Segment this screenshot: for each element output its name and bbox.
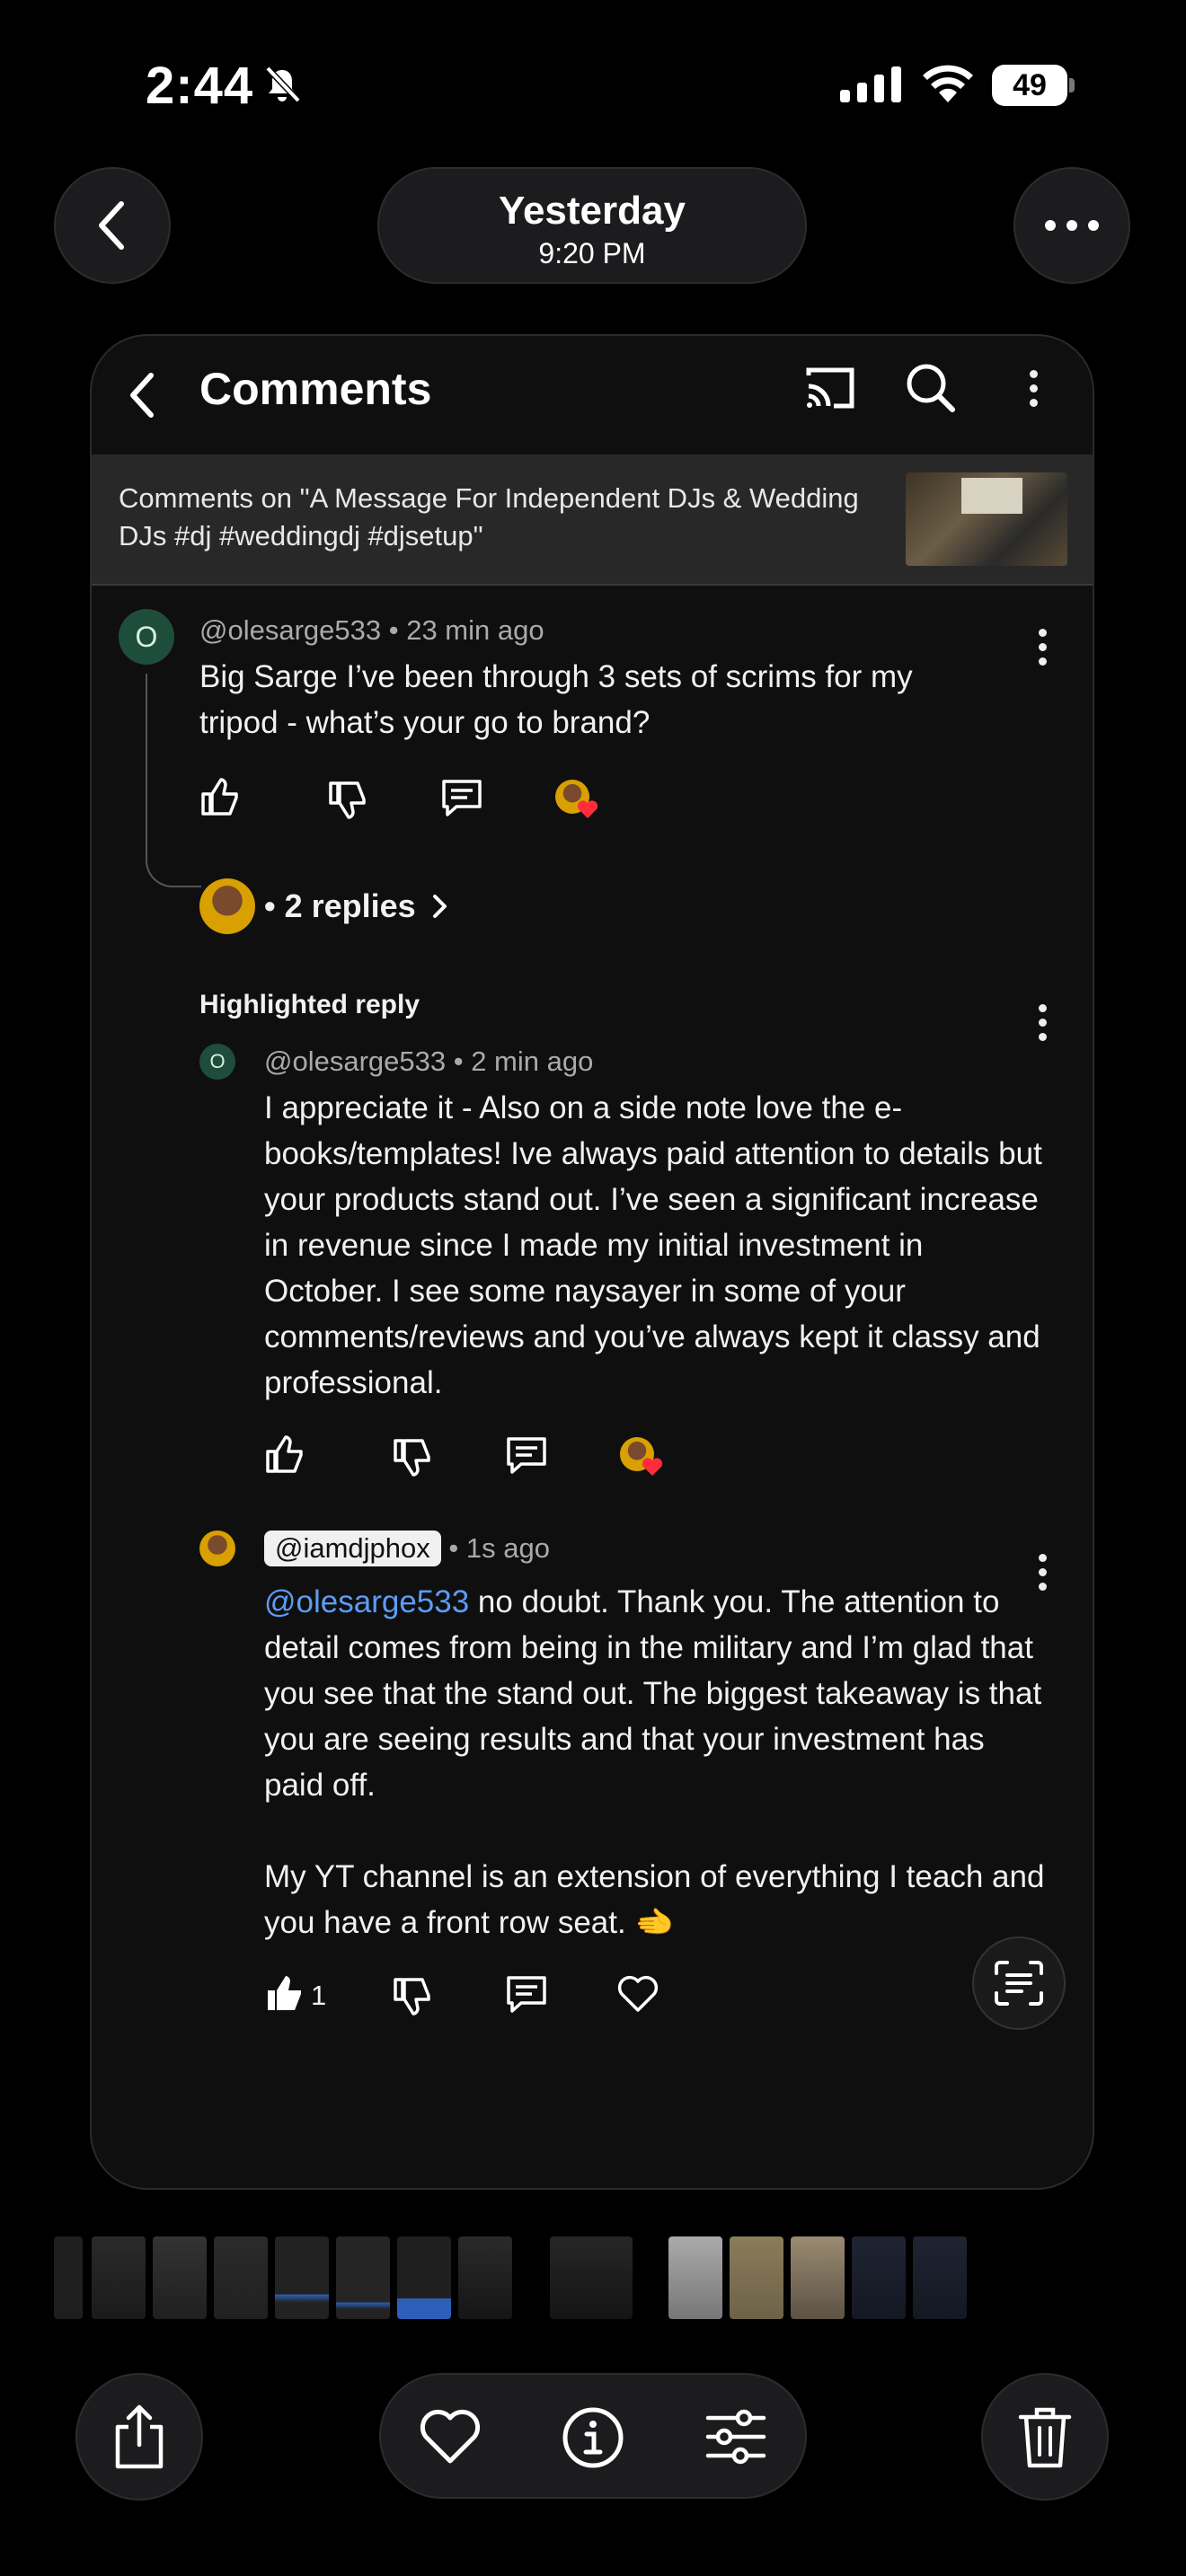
video-caption: Comments on "A Message For Independent D…: [119, 482, 859, 551]
thumb-up-filled-icon[interactable]: [264, 1972, 305, 2014]
reply-meta: @iamdjphox • 1s ago: [264, 1531, 550, 1566]
live-text-button[interactable]: [972, 1936, 1066, 2030]
wifi-icon: [923, 65, 973, 102]
share-button[interactable]: [75, 2373, 203, 2501]
status-time: 2:44: [146, 57, 254, 115]
page-title: Comments: [199, 364, 432, 414]
photo-actions-bar: [379, 2373, 807, 2499]
replies-label: • 2 replies: [264, 887, 416, 924]
comment-age: 23 min ago: [406, 614, 544, 646]
thumbnail[interactable]: [458, 2236, 512, 2319]
creator-author-tag[interactable]: @iamdjphox: [264, 1531, 441, 1566]
cast-icon[interactable]: [803, 363, 857, 413]
reply-age: 2 min ago: [471, 1045, 594, 1077]
comment-meta: @olesarge533 • 23 min ago: [199, 614, 544, 646]
video-thumbnail: [906, 472, 1067, 566]
avatar[interactable]: [199, 1531, 235, 1566]
reply-meta: @olesarge533 • 2 min ago: [264, 1045, 594, 1077]
thumbnail[interactable]: [913, 2236, 967, 2319]
chevron-left-icon[interactable]: [126, 370, 158, 420]
battery-level: 49: [992, 65, 1067, 106]
comment-more-icon[interactable]: [1039, 629, 1048, 672]
reply-icon[interactable]: [505, 1434, 548, 1477]
chevron-right-icon: [432, 895, 447, 918]
thumbnail[interactable]: [397, 2236, 451, 2319]
date-label: Yesterday: [499, 189, 686, 233]
thread-line: [146, 674, 201, 887]
thumb-down-icon[interactable]: [392, 1976, 433, 2017]
reply-age: 1s ago: [465, 1532, 550, 1564]
more-button[interactable]: [1013, 167, 1130, 284]
video-context-banner[interactable]: Comments on "A Message For Independent D…: [92, 454, 1093, 584]
photo-date-pill[interactable]: Yesterday 9:20 PM: [377, 167, 807, 284]
sliders-icon[interactable]: [704, 2407, 767, 2466]
thumb-up-icon[interactable]: [264, 1434, 305, 1475]
thumbnail[interactable]: [730, 2236, 783, 2319]
thumbnail[interactable]: [550, 2236, 633, 2319]
mention-link[interactable]: @olesarge533: [264, 1584, 469, 1619]
info-icon[interactable]: [561, 2405, 625, 2470]
comment-text: Big Sarge I’ve been through 3 sets of sc…: [199, 659, 913, 740]
avatar[interactable]: O: [119, 609, 174, 665]
thumbnail[interactable]: [668, 2236, 722, 2319]
like-count: 1: [311, 1980, 327, 2011]
thumb-down-icon[interactable]: [392, 1437, 433, 1478]
reply-more-icon[interactable]: [1039, 1004, 1048, 1047]
thumbnail[interactable]: [852, 2236, 906, 2319]
photo-thumbnail-strip[interactable]: [54, 2236, 1132, 2323]
thumbnail[interactable]: [336, 2236, 390, 2319]
trash-icon: [1018, 2407, 1072, 2468]
reply-text: I appreciate it - Also on a side note lo…: [264, 1090, 1042, 1400]
heart-icon[interactable]: [616, 1974, 659, 2014]
thumbnail[interactable]: [92, 2236, 146, 2319]
more-icon: [1045, 220, 1099, 231]
thumb-up-icon[interactable]: [199, 776, 241, 817]
share-icon: [115, 2404, 164, 2469]
more-vert-icon[interactable]: [1030, 370, 1039, 413]
thumbnail[interactable]: [214, 2236, 268, 2319]
highlighted-reply-label: Highlighted reply: [199, 990, 420, 1019]
chevron-left-icon: [99, 201, 124, 250]
battery-icon: 49: [992, 65, 1075, 106]
reply-icon[interactable]: [505, 1972, 548, 2016]
thumbnail[interactable]: [791, 2236, 845, 2319]
search-icon[interactable]: [904, 361, 958, 415]
time-label: 9:20 PM: [538, 237, 646, 269]
thumb-down-icon[interactable]: [327, 780, 368, 821]
comment-author[interactable]: @olesarge533: [199, 614, 381, 646]
avatar[interactable]: O: [199, 1044, 235, 1080]
back-button[interactable]: [54, 167, 171, 284]
heart-badge-icon: [642, 1458, 663, 1476]
reply-text-part2: My YT channel is an extension of everyth…: [264, 1859, 1045, 1940]
thumbnail[interactable]: [153, 2236, 207, 2319]
reply-author[interactable]: @olesarge533: [264, 1045, 446, 1077]
thumbnail[interactable]: [275, 2236, 329, 2319]
reply-text: @olesarge533 no doubt. Thank you. The at…: [264, 1579, 1046, 1808]
thumbnail[interactable]: [54, 2236, 83, 2319]
avatar: [199, 878, 255, 934]
heart-icon[interactable]: [419, 2409, 482, 2466]
comments-header: Comments: [92, 336, 1093, 453]
delete-button[interactable]: [981, 2373, 1109, 2501]
view-replies-button[interactable]: • 2 replies: [264, 887, 450, 925]
heart-badge-icon: [577, 800, 598, 818]
screenshot-card[interactable]: Comments Comments on "A Message For Inde…: [90, 334, 1094, 2190]
reply-icon[interactable]: [440, 776, 483, 819]
bell-muted-icon: [265, 66, 301, 103]
cellular-signal-icon: [840, 66, 903, 102]
live-text-icon: [995, 1961, 1043, 2006]
